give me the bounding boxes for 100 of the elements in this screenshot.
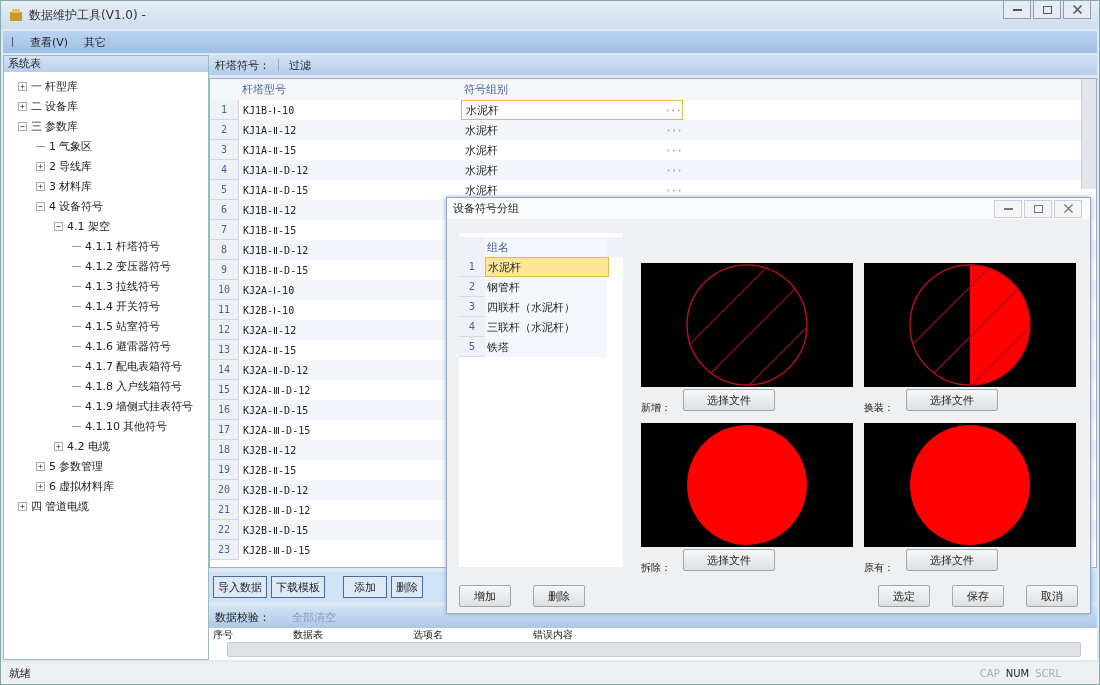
minimize-button[interactable] <box>994 199 1022 218</box>
tree-item[interactable]: 4.1.5 站室符号 <box>85 318 161 334</box>
tree-item[interactable]: 4.1.4 开关符号 <box>85 298 161 314</box>
tree-item[interactable]: 4.1.8 入户线箱符号 <box>85 378 183 394</box>
column-header[interactable]: 杆塔型号 <box>238 79 438 100</box>
ellipsis-icon <box>667 128 681 132</box>
row-number: 11 <box>210 300 239 320</box>
tree-item[interactable]: 1 气象区 <box>49 138 93 154</box>
table-cell[interactable]: 水泥杆 <box>461 180 683 200</box>
expand-icon[interactable] <box>18 101 27 111</box>
expand-icon[interactable] <box>18 501 27 511</box>
row-number: 19 <box>210 460 239 480</box>
app-icon <box>9 8 23 22</box>
collapse-icon[interactable] <box>54 221 63 231</box>
ellipsis-icon <box>667 168 681 172</box>
action-button[interactable]: 导入数据 <box>213 576 267 598</box>
choose-file-button[interactable]: 选择文件 <box>906 389 998 412</box>
expand-icon[interactable] <box>54 441 63 451</box>
close-icon <box>1072 5 1082 14</box>
dialog-button[interactable]: 保存 <box>952 585 1004 608</box>
row-number: 2 <box>459 277 485 298</box>
list-item[interactable]: 水泥杆 <box>485 257 609 278</box>
dialog-button[interactable]: 取消 <box>1026 585 1078 608</box>
key-indicator: NUM <box>1005 667 1030 679</box>
tree-item[interactable]: 4.1.6 避雷器符号 <box>85 338 172 354</box>
row-number: 4 <box>459 317 485 338</box>
status-text: 就绪 <box>9 665 31 681</box>
dialog-title: 设备符号分组 <box>453 201 519 217</box>
table-cell[interactable]: 水泥杆 <box>461 160 683 180</box>
ellipsis-icon <box>667 148 681 152</box>
dialog-button[interactable]: 选定 <box>878 585 930 608</box>
table-cell[interactable]: 水泥杆 <box>461 120 683 140</box>
column-header[interactable]: 符号组别 <box>460 79 682 100</box>
minimize-button[interactable] <box>1003 1 1031 19</box>
tree-item[interactable]: 4.1.1 杆塔符号 <box>85 238 161 254</box>
table-cell[interactable]: 水泥杆 <box>461 100 683 120</box>
action-button[interactable]: 删除 <box>391 576 423 598</box>
tree-item[interactable]: 3 材料库 <box>49 178 93 194</box>
action-button[interactable]: 下载模板 <box>271 576 325 598</box>
table-cell-text: KJ2B-Ⅰ-10 <box>242 303 296 318</box>
tree-item[interactable]: 4 设备符号 <box>49 198 104 214</box>
collapse-icon[interactable] <box>36 201 45 211</box>
tree-item[interactable]: 一 杆型库 <box>31 78 79 94</box>
table-cell-text: KJ1A-Ⅱ-D-12 <box>242 163 310 178</box>
table-cell[interactable]: 水泥杆 <box>461 140 683 160</box>
tree-item[interactable]: 4.1.3 拉线符号 <box>85 278 161 294</box>
collapse-icon[interactable] <box>18 121 27 131</box>
table-cell-text: KJ1A-Ⅱ-15 <box>242 143 298 158</box>
column-header[interactable]: 选项名 <box>413 628 533 642</box>
expand-icon[interactable] <box>36 481 45 491</box>
row-number: 8 <box>210 240 239 260</box>
expand-icon[interactable] <box>36 181 45 191</box>
cell-text: 水泥杆 <box>465 122 498 138</box>
cell-text: 水泥杆 <box>465 142 498 158</box>
list-item[interactable]: 铁塔 <box>485 337 607 358</box>
menu-item[interactable]: 查看(V) <box>30 34 69 50</box>
tree-item[interactable]: 2 导线库 <box>49 158 93 174</box>
tree-item[interactable]: 4.1.10 其他符号 <box>85 418 168 434</box>
list-item[interactable]: 三联杆（水泥杆） <box>485 317 607 338</box>
table-cell-text: KJ1B-Ⅱ-12 <box>242 203 298 218</box>
expand-icon[interactable] <box>18 81 27 91</box>
list-item[interactable]: 四联杆（水泥杆） <box>485 297 607 318</box>
column-header[interactable]: 数据表 <box>293 628 413 642</box>
tree-item[interactable]: 三 参数库 <box>31 118 79 134</box>
dialog-button[interactable]: 增加 <box>459 585 511 608</box>
tree-item[interactable]: 4.1 架空 <box>67 218 110 234</box>
tree-item[interactable]: 4.1.2 变压器符号 <box>85 258 172 274</box>
expand-icon[interactable] <box>36 461 45 471</box>
horizontal-scrollbar[interactable] <box>227 642 1081 657</box>
choose-file-button[interactable]: 选择文件 <box>906 549 998 572</box>
row-number: 1 <box>459 257 485 278</box>
filter-button[interactable]: 过滤 <box>287 57 313 73</box>
menu-item[interactable]: 其它 <box>84 34 107 50</box>
row-number: 16 <box>210 400 239 420</box>
column-header[interactable]: 序号 <box>213 628 293 642</box>
close-button[interactable] <box>1054 199 1082 218</box>
tree-item[interactable]: 四 管道电缆 <box>31 498 90 514</box>
tree-item[interactable]: 4.1.9 墙侧式挂表符号 <box>85 398 194 414</box>
tree-item[interactable]: 6 虚拟材料库 <box>49 478 115 494</box>
tree-item[interactable]: 4.2 电缆 <box>67 438 110 454</box>
maximize-button[interactable] <box>1024 199 1052 218</box>
tree-item[interactable]: 4.1.7 配电表箱符号 <box>85 358 183 374</box>
tree-item[interactable]: 5 参数管理 <box>49 458 104 474</box>
vertical-scrollbar[interactable] <box>1081 79 1096 189</box>
list-item[interactable]: 钢管杆 <box>485 277 607 298</box>
column-header[interactable]: 组名 <box>485 237 607 258</box>
row-number: 13 <box>210 340 239 360</box>
maximize-button[interactable] <box>1033 1 1061 19</box>
close-button[interactable] <box>1063 1 1091 19</box>
table-cell-text: KJ2B-Ⅱ-15 <box>242 463 298 478</box>
expand-icon[interactable] <box>36 161 45 171</box>
column-header[interactable]: 错误内容 <box>533 628 653 642</box>
tree-item[interactable]: 二 设备库 <box>31 98 79 114</box>
choose-file-button[interactable]: 选择文件 <box>683 549 775 572</box>
row-number: 1 <box>210 100 239 120</box>
dialog-button[interactable]: 删除 <box>533 585 585 608</box>
choose-file-button[interactable]: 选择文件 <box>683 389 775 412</box>
action-button[interactable]: 添加 <box>343 576 387 598</box>
row-number: 9 <box>210 260 239 280</box>
minimize-icon <box>1003 207 1013 210</box>
